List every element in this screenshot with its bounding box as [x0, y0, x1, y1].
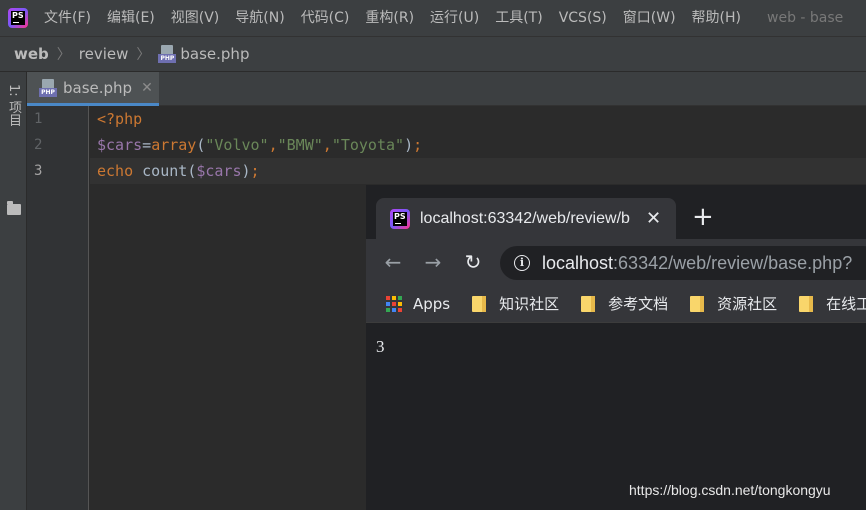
menu-run[interactable]: 运行(U) [422, 0, 487, 36]
url-path: :63342/web/review/base.php? [613, 252, 853, 273]
code-comma: , [268, 136, 278, 154]
editor-tab-label: base.php [63, 78, 133, 97]
code-line-2: $cars=array("Volvo","BMW","Toyota"); [97, 136, 422, 154]
url-host: localhost [542, 252, 614, 273]
project-tool-button[interactable]: 1: 项目 [5, 84, 23, 127]
menu-edit[interactable]: 编辑(E) [99, 0, 163, 36]
php-file-icon: PHP [158, 45, 177, 63]
bookmark-label: Apps [413, 294, 451, 313]
menu-vcs[interactable]: VCS(S) [551, 0, 615, 36]
code-comma: , [322, 136, 332, 154]
menu-file[interactable]: 文件(F) [36, 0, 99, 36]
menu-window[interactable]: 窗口(W) [615, 0, 684, 36]
editor-tab-base-php[interactable]: PHP base.php ✕ [27, 72, 159, 106]
info-icon[interactable]: i [514, 255, 530, 271]
menu-help[interactable]: 帮助(H) [684, 0, 749, 36]
menu-navigate[interactable]: 导航(N) [227, 0, 292, 36]
bookmark-folder[interactable]: 知识社区 [472, 293, 559, 314]
folder-icon [799, 295, 814, 312]
bookmark-folder[interactable]: 参考文档 [581, 293, 668, 314]
bookmark-label: 资源社区 [717, 295, 778, 313]
forward-arrow-icon[interactable]: → [418, 247, 448, 277]
menu-bar: PS 文件(F) 编辑(E) 视图(V) 导航(N) 代码(C) 重构(R) 运… [0, 0, 866, 36]
code-paren: ( [187, 162, 197, 180]
menu-code[interactable]: 代码(C) [293, 0, 358, 36]
code-line-1: <?php [97, 110, 142, 128]
code-semicolon: ; [250, 162, 260, 180]
browser-tab[interactable]: PS localhost:63342/web/review/b ✕ [376, 198, 676, 239]
bookmark-label: 知识社区 [499, 295, 560, 313]
breadcrumb-project[interactable]: web [14, 45, 49, 63]
bookmark-label: 参考文档 [608, 295, 669, 313]
reload-icon[interactable]: ↻ [458, 247, 488, 277]
bookmark-folder[interactable]: 资源社区 [690, 293, 777, 314]
browser-tab-title: localhost:63342/web/review/b [420, 209, 630, 227]
menu-tools[interactable]: 工具(T) [487, 0, 550, 36]
breadcrumb: web 〉 review 〉 PHP base.php [0, 36, 866, 72]
code-line-3: echo count($cars); [97, 162, 260, 180]
breadcrumb-folder[interactable]: review [79, 45, 129, 63]
browser-toolbar: ← → ↻ i localhost:63342/web/review/base.… [366, 239, 866, 285]
code-variable: $cars [196, 162, 242, 180]
code-paren: ) [241, 162, 251, 180]
browser-tab-strip: PS localhost:63342/web/review/b ✕ + [366, 185, 866, 239]
code-string: "Volvo" [205, 136, 269, 154]
line-number: 2 [34, 137, 43, 153]
menu-view[interactable]: 视图(V) [163, 0, 228, 36]
breadcrumb-separator-icon: 〉 [56, 47, 71, 63]
folder-icon[interactable] [7, 201, 21, 215]
page-output-text: 3 [376, 337, 385, 356]
close-icon[interactable]: ✕ [646, 208, 661, 229]
php-open-tag: <?php [97, 110, 143, 128]
menu-refactor[interactable]: 重构(R) [357, 0, 422, 36]
breadcrumb-file[interactable]: base.php [180, 45, 249, 63]
folder-icon [690, 295, 705, 312]
code-string: "Toyota" [331, 136, 405, 154]
code-function: array [151, 136, 197, 154]
breadcrumb-separator-icon: 〉 [136, 47, 151, 63]
browser-window: PS localhost:63342/web/review/b ✕ + ← → … [366, 185, 866, 510]
php-file-icon: PHP [39, 78, 57, 97]
line-number-gutter: 1 2 3 [27, 106, 89, 510]
bookmark-apps[interactable]: Apps [386, 295, 450, 313]
watermark-text: https://blog.csdn.net/tongkongyu [629, 482, 831, 498]
phpstorm-logo-icon: PS [8, 8, 28, 28]
code-string: "BMW" [277, 136, 323, 154]
url-text[interactable]: localhost:63342/web/review/base.php? [542, 253, 852, 274]
new-tab-button[interactable]: + [692, 203, 714, 231]
editor-tab-bar: PHP base.php ✕ [27, 72, 866, 106]
bookmark-folder[interactable]: 在线工 [799, 293, 866, 314]
line-number-current: 3 [34, 163, 43, 179]
apps-grid-icon [386, 295, 402, 312]
bookmark-label: 在线工 [826, 295, 866, 313]
code-keyword: echo [97, 162, 134, 180]
code-function: count [142, 162, 188, 180]
back-arrow-icon[interactable]: ← [378, 247, 408, 277]
bookmarks-bar: Apps 知识社区 参考文档 资源社区 在线工 [366, 285, 866, 323]
folder-icon [581, 295, 596, 312]
code-operator: = [142, 136, 152, 154]
code-paren: ) [404, 136, 414, 154]
folder-icon [472, 295, 487, 312]
code-variable: $cars [97, 136, 143, 154]
phpstorm-favicon-icon: PS [390, 208, 410, 229]
window-title: web - base [767, 10, 844, 26]
left-tool-strip: 1: 项目 [0, 72, 27, 510]
address-bar[interactable]: i localhost:63342/web/review/base.php? [500, 246, 866, 280]
close-tab-icon[interactable]: ✕ [141, 80, 153, 96]
line-number: 1 [34, 111, 43, 127]
code-semicolon: ; [413, 136, 423, 154]
